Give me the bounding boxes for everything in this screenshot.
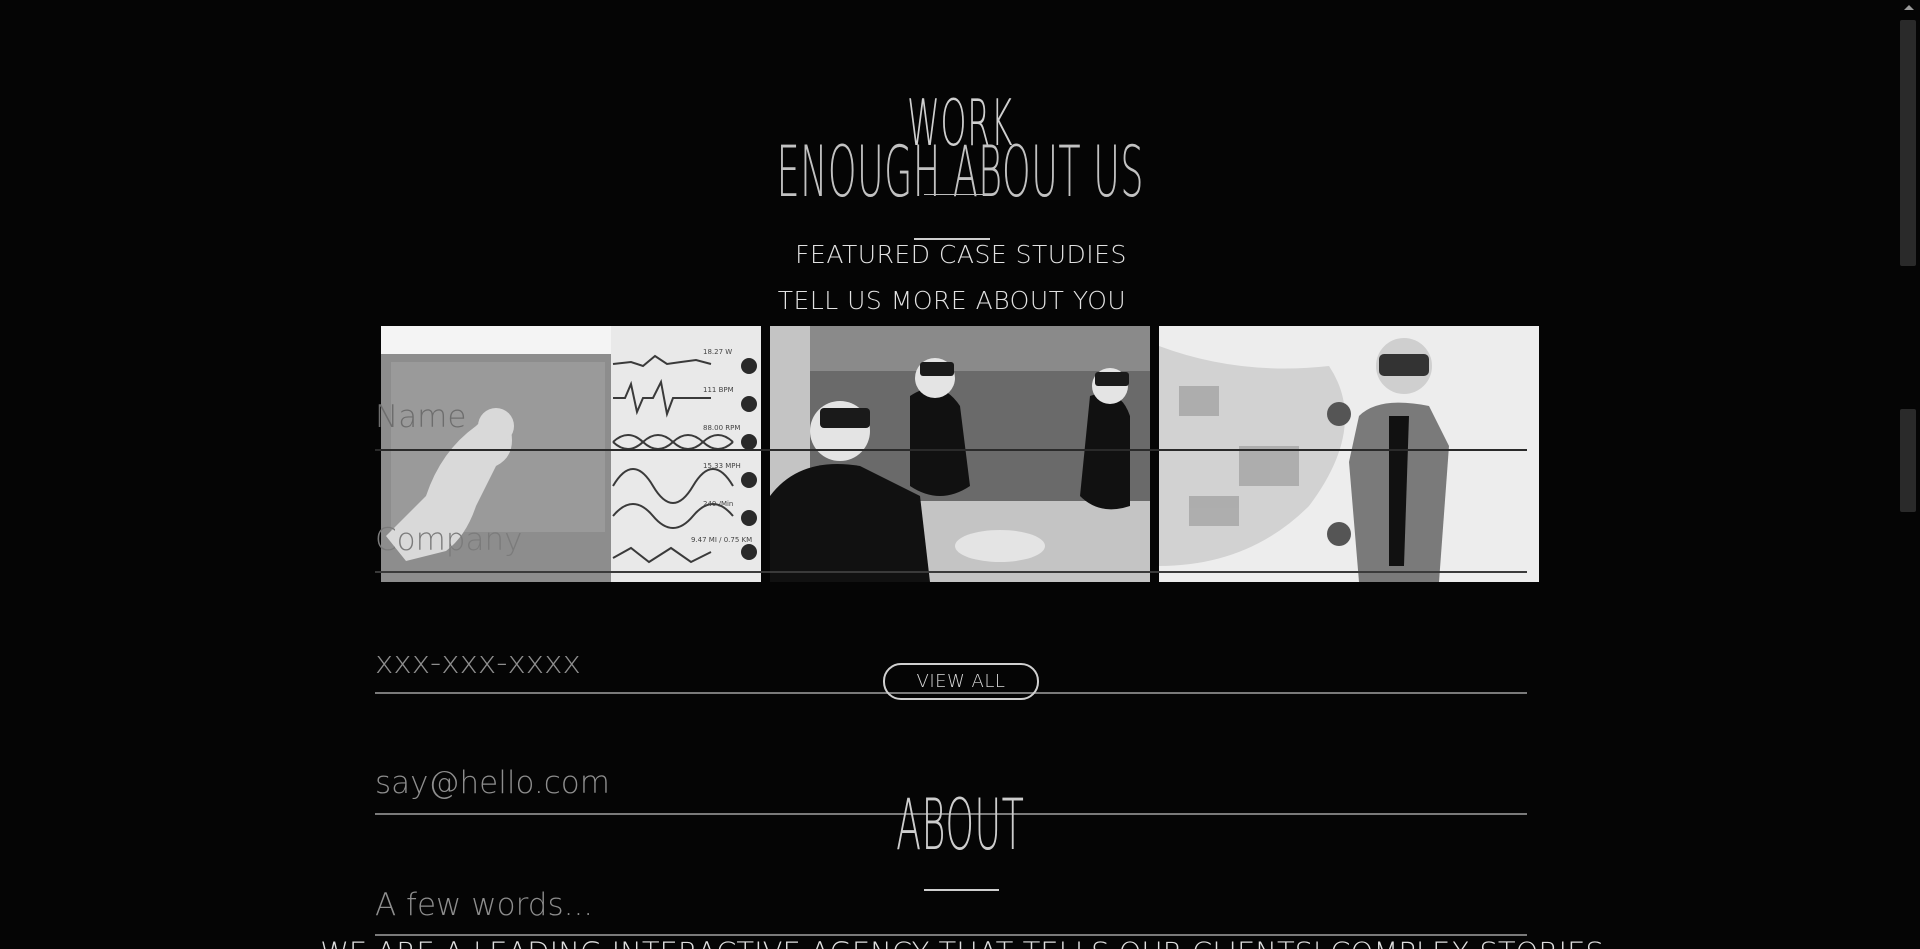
about-heading-text: ABOUT (895, 784, 1025, 866)
enough-heading-text: ENOUGH ABOUT US (776, 131, 1144, 213)
featured-case-studies-label: FEATURED CASE STUDIES (0, 240, 1920, 269)
scroll-up-arrow-icon[interactable] (1904, 5, 1914, 10)
company-input-underline (375, 571, 1527, 573)
heading-divider (924, 194, 990, 195)
metric-power: 18.27 W (703, 348, 732, 356)
about-divider (924, 889, 999, 891)
about-heading: ABOUT (0, 790, 1920, 860)
enough-about-us-heading: ENOUGH ABOUT US (0, 137, 1920, 207)
tell-us-more-label: TELL US MORE ABOUT YOU (0, 286, 1920, 315)
scrollbar-thumb[interactable] (1900, 20, 1916, 266)
tellus-label-text: TELL US MORE ABOUT YOU (777, 286, 1127, 315)
page: WORK ENOUGH ABOUT US FEATURED CASE STUDI… (0, 0, 1920, 949)
scrollbar-thumb-secondary[interactable] (1900, 409, 1916, 512)
about-description-text: WE ARE A LEADING INTERACTIVE AGENCY THAT… (320, 936, 1604, 949)
featured-label-text: FEATURED CASE STUDIES (795, 240, 1127, 269)
name-input-underline (375, 449, 1527, 451)
name-input[interactable] (375, 396, 1527, 438)
metric-heart-rate: 111 BPM (703, 386, 734, 394)
company-input[interactable] (375, 519, 1527, 561)
view-all-button[interactable]: VIEW ALL (883, 663, 1039, 700)
metric-speed: 15.33 MPH (703, 462, 741, 470)
about-description: WE ARE A LEADING INTERACTIVE AGENCY THAT… (0, 936, 1920, 949)
metric-rate: 240 /Min (703, 500, 733, 508)
